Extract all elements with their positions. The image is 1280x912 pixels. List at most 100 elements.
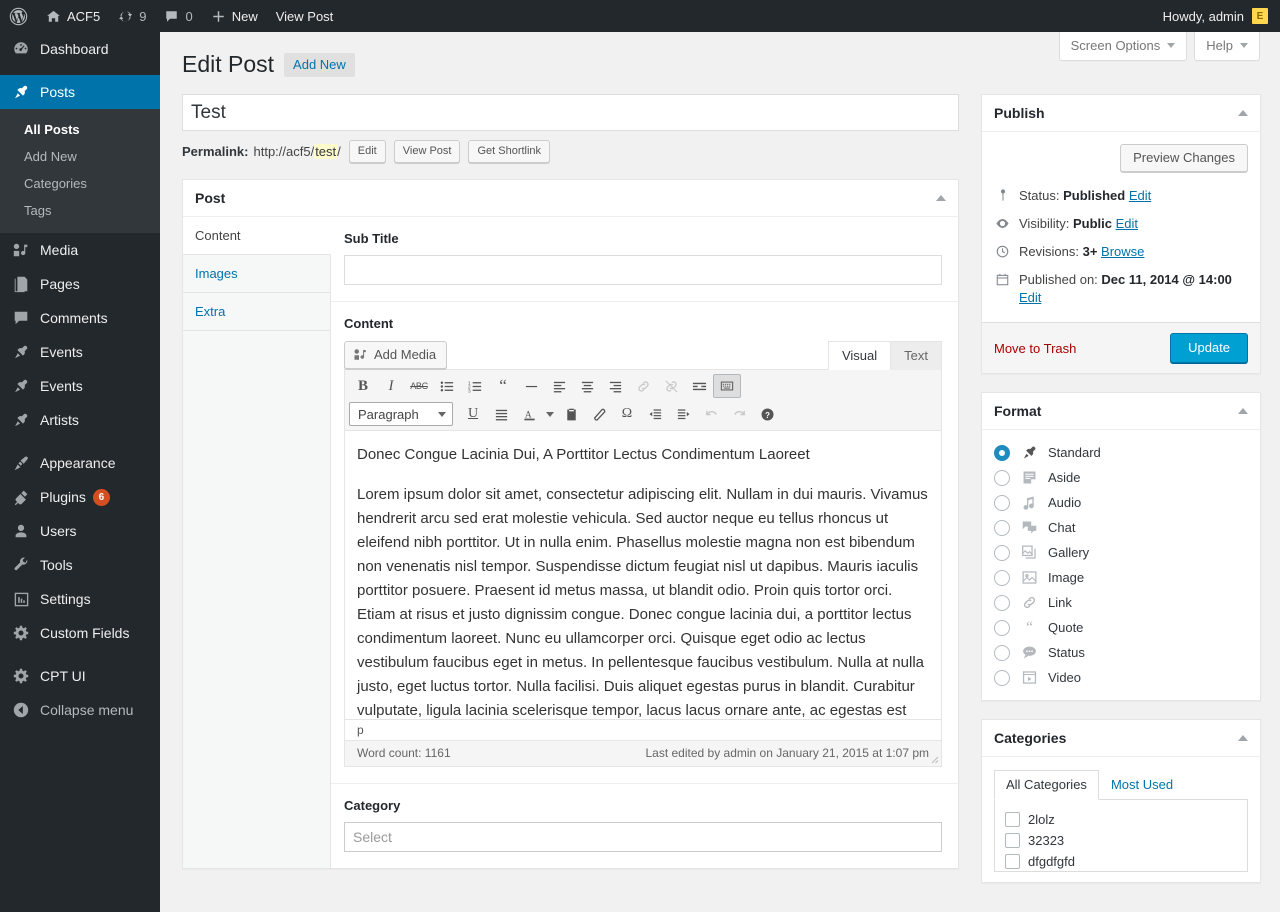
chevron-up-icon[interactable]: [936, 195, 946, 201]
align-left-icon[interactable]: [545, 374, 573, 398]
remove-link-icon[interactable]: [657, 374, 685, 398]
insert-link-icon[interactable]: [629, 374, 657, 398]
numbered-list-icon[interactable]: 123: [461, 374, 489, 398]
radio-chat[interactable]: [994, 520, 1010, 536]
radio-audio[interactable]: [994, 495, 1010, 511]
sidebar-item-appearance[interactable]: Appearance: [0, 446, 160, 480]
category-checklist[interactable]: 2lolz 32323 dfgdfgfd: [994, 800, 1248, 872]
radio-standard[interactable]: [994, 445, 1010, 461]
view-post-button[interactable]: View Post: [394, 140, 461, 163]
add-new-button[interactable]: Add New: [284, 53, 355, 77]
tab-text[interactable]: Text: [890, 341, 942, 370]
resize-handle[interactable]: [927, 752, 939, 764]
admin-bar-new-content[interactable]: New: [202, 0, 267, 32]
sidebar-subitem-tags[interactable]: Tags: [0, 197, 160, 224]
strikethrough-icon[interactable]: ABC: [405, 374, 433, 398]
publish-box-header[interactable]: Publish: [982, 95, 1260, 132]
chevron-up-icon[interactable]: [1238, 110, 1248, 116]
sidebar-item-events-1[interactable]: Events: [0, 335, 160, 369]
edit-permalink-button[interactable]: Edit: [349, 140, 386, 163]
edit-visibility-link[interactable]: Edit: [1116, 216, 1138, 231]
category-select[interactable]: Select: [344, 822, 942, 852]
sidebar-item-dashboard[interactable]: Dashboard: [0, 32, 160, 66]
italic-icon[interactable]: I: [377, 374, 405, 398]
format-box-header[interactable]: Format: [982, 393, 1260, 430]
format-option-chat[interactable]: Chat: [994, 515, 1248, 540]
screen-options-button[interactable]: Screen Options: [1059, 32, 1188, 61]
move-to-trash-link[interactable]: Move to Trash: [994, 341, 1076, 356]
format-option-image[interactable]: Image: [994, 565, 1248, 590]
sidebar-item-plugins[interactable]: Plugins 6: [0, 480, 160, 514]
tab-most-used[interactable]: Most Used: [1099, 770, 1185, 800]
add-media-button[interactable]: Add Media: [344, 341, 447, 369]
sidebar-item-users[interactable]: Users: [0, 514, 160, 548]
format-option-video[interactable]: Video: [994, 665, 1248, 690]
wordpress-logo-menu[interactable]: [0, 0, 37, 32]
format-option-standard[interactable]: Standard: [994, 440, 1248, 465]
admin-bar-account[interactable]: Howdy, admin E: [1163, 8, 1280, 24]
tab-visual[interactable]: Visual: [828, 341, 891, 370]
text-color-icon[interactable]: A: [515, 402, 543, 426]
underline-icon[interactable]: U: [459, 402, 487, 426]
radio-video[interactable]: [994, 670, 1010, 686]
format-option-audio[interactable]: Audio: [994, 490, 1248, 515]
undo-icon[interactable]: [697, 402, 725, 426]
sidebar-subitem-add-new[interactable]: Add New: [0, 143, 160, 170]
sidebar-item-settings[interactable]: Settings: [0, 582, 160, 616]
sidebar-subitem-categories[interactable]: Categories: [0, 170, 160, 197]
radio-link[interactable]: [994, 595, 1010, 611]
sidebar-item-posts[interactable]: Posts: [0, 75, 160, 109]
sidebar-item-pages[interactable]: Pages: [0, 267, 160, 301]
sidebar-item-custom-fields[interactable]: Custom Fields: [0, 616, 160, 650]
special-character-icon[interactable]: Ω: [613, 402, 641, 426]
category-checkbox[interactable]: [1005, 812, 1020, 827]
admin-bar-comments[interactable]: 0: [155, 0, 201, 32]
outdent-icon[interactable]: [641, 402, 669, 426]
sidebar-item-events-2[interactable]: Events: [0, 369, 160, 403]
redo-icon[interactable]: [725, 402, 753, 426]
category-checkbox[interactable]: [1005, 833, 1020, 848]
sidebar-item-artists[interactable]: Artists: [0, 403, 160, 437]
chevron-up-icon[interactable]: [1238, 735, 1248, 741]
bold-icon[interactable]: B: [349, 374, 377, 398]
sidebar-item-tools[interactable]: Tools: [0, 548, 160, 582]
metabox-header[interactable]: Post: [183, 180, 958, 217]
format-option-quote[interactable]: “ Quote: [994, 615, 1248, 640]
sidebar-subitem-all-posts[interactable]: All Posts: [0, 116, 160, 143]
get-shortlink-button[interactable]: Get Shortlink: [468, 140, 550, 163]
radio-quote[interactable]: [994, 620, 1010, 636]
radio-aside[interactable]: [994, 470, 1010, 486]
format-option-gallery[interactable]: Gallery: [994, 540, 1248, 565]
sidebar-item-media[interactable]: Media: [0, 233, 160, 267]
acf-tab-content[interactable]: Content: [183, 217, 331, 255]
radio-status[interactable]: [994, 645, 1010, 661]
format-option-link[interactable]: Link: [994, 590, 1248, 615]
editor-content-area[interactable]: Donec Congue Lacinia Dui, A Porttitor Le…: [345, 431, 941, 719]
admin-bar-site-name[interactable]: ACF5: [37, 0, 109, 32]
update-button[interactable]: Update: [1170, 333, 1248, 363]
admin-bar-view-post[interactable]: View Post: [267, 0, 343, 32]
acf-tab-extra[interactable]: Extra: [183, 293, 330, 331]
blockquote-icon[interactable]: “: [489, 374, 517, 398]
format-option-aside[interactable]: Aside: [994, 465, 1248, 490]
toolbar-toggle-icon[interactable]: [713, 374, 741, 398]
preview-changes-button[interactable]: Preview Changes: [1120, 144, 1248, 172]
sidebar-item-cpt-ui[interactable]: CPT UI: [0, 659, 160, 693]
sub-title-input[interactable]: [344, 255, 942, 285]
align-right-icon[interactable]: [601, 374, 629, 398]
radio-image[interactable]: [994, 570, 1010, 586]
browse-revisions-link[interactable]: Browse: [1101, 244, 1144, 259]
acf-tab-images[interactable]: Images: [183, 255, 330, 293]
edit-published-link[interactable]: Edit: [1019, 290, 1041, 305]
clear-formatting-icon[interactable]: [585, 402, 613, 426]
align-center-icon[interactable]: [573, 374, 601, 398]
paste-as-text-icon[interactable]: [557, 402, 585, 426]
categories-box-header[interactable]: Categories: [982, 720, 1260, 757]
bullet-list-icon[interactable]: [433, 374, 461, 398]
keyboard-shortcuts-icon[interactable]: ?: [753, 402, 781, 426]
tab-all-categories[interactable]: All Categories: [994, 770, 1099, 800]
format-option-status[interactable]: Status: [994, 640, 1248, 665]
read-more-icon[interactable]: [685, 374, 713, 398]
text-color-dropdown-icon[interactable]: [543, 402, 557, 426]
list-item[interactable]: 2lolz: [1005, 809, 1237, 830]
